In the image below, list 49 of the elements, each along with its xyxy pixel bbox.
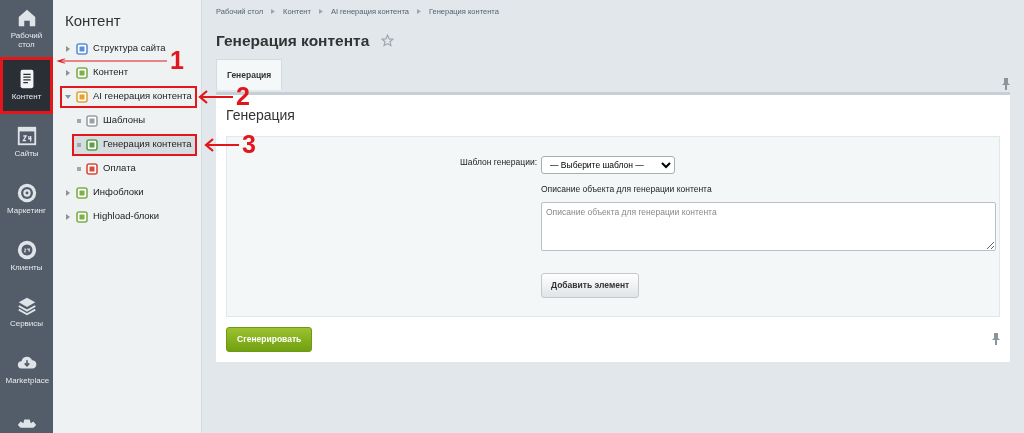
expander-icon[interactable]: [65, 45, 71, 52]
sidebar-item[interactable]: Контент: [0, 56, 53, 114]
item-icon: [86, 114, 98, 127]
expander-icon[interactable]: [65, 69, 71, 76]
chevron-icon: [318, 9, 323, 15]
annotation-number: 1: [170, 48, 184, 73]
menu-item[interactable]: Контент: [61, 62, 133, 83]
sidebar-item[interactable]: Маркетинг: [0, 170, 53, 228]
chevron-icon: [271, 9, 276, 15]
sidebar-item[interactable]: Marketplace: [0, 340, 53, 398]
item-icon: [76, 42, 88, 55]
item-icon: [76, 186, 88, 199]
chat-icon: [15, 238, 38, 261]
template-select[interactable]: — Выберите шаблон —: [541, 155, 675, 174]
page-title: Генерация контента: [216, 31, 370, 52]
field-label: Описание объекта для генерации контента: [541, 182, 713, 196]
layers-icon: [15, 295, 38, 318]
panel-title: Контент: [64, 11, 122, 31]
item-icon: [86, 138, 98, 151]
annotation-number: 3: [242, 132, 256, 157]
menu-item[interactable]: Шаблоны: [73, 110, 149, 131]
sidebar-item[interactable]: Рабочий стол: [0, 0, 53, 57]
item-icon: [86, 162, 98, 175]
expander-icon[interactable]: [65, 213, 71, 220]
menu-item[interactable]: AI генерация контента: [61, 86, 196, 107]
add-element-button[interactable]: Добавить элемент: [541, 273, 640, 298]
expander-icon[interactable]: [65, 93, 71, 100]
star-icon[interactable]: [381, 34, 395, 48]
sidebar-item[interactable]: Сервисы: [0, 283, 53, 341]
arrow-icon: [198, 88, 234, 105]
expander-icon[interactable]: [65, 189, 71, 196]
item-icon: [76, 210, 88, 223]
menu-item[interactable]: Генерация контента: [73, 134, 196, 155]
chevron-icon: [416, 9, 421, 15]
menu-item[interactable]: Инфоблоки: [61, 182, 148, 203]
field-label: Шаблон генерации:: [458, 156, 537, 169]
item-icon: [76, 66, 88, 79]
sidebar-item[interactable]: Сайты: [0, 113, 53, 171]
target-icon: [15, 181, 38, 204]
item-icon: [76, 90, 88, 103]
menu-item[interactable]: Оплата: [73, 158, 140, 179]
pin-icon[interactable]: [992, 333, 1000, 346]
pin-icon[interactable]: [1002, 77, 1010, 90]
menu-item[interactable]: Highload-блоки: [61, 206, 164, 227]
description-field[interactable]: Описание объекта для генерации контента: [541, 202, 996, 252]
calendar-icon: [15, 125, 38, 148]
sidebar-item[interactable]: Клиенты: [0, 227, 53, 284]
menu-item[interactable]: Структура сайта: [61, 38, 170, 59]
arrow-icon: [204, 136, 240, 153]
